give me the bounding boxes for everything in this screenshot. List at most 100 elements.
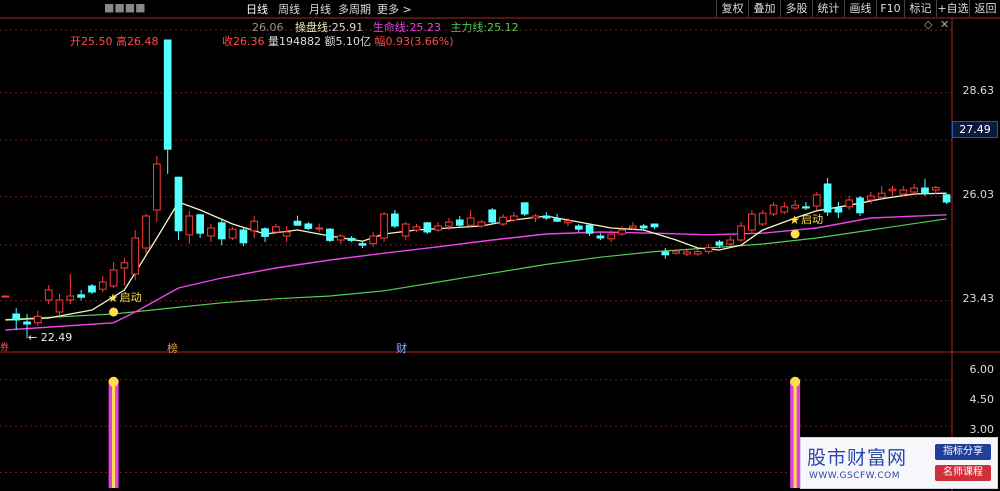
f10-button[interactable]: F10 — [876, 0, 904, 17]
candlestick — [142, 214, 150, 254]
candlestick — [758, 210, 767, 226]
draw-line-button[interactable]: 画线 — [844, 0, 876, 17]
statistics-button[interactable]: 统计 — [812, 0, 844, 17]
candlestick — [812, 192, 821, 210]
candle-body-down — [488, 209, 497, 223]
price-chart[interactable]: ★ 启动★ 启动 — [0, 0, 1000, 491]
candle-body-down — [802, 206, 810, 209]
candlestick — [607, 230, 616, 242]
candlestick — [315, 223, 323, 233]
candle-body-up — [282, 231, 291, 237]
candlestick — [196, 214, 204, 238]
signal-label: 启动 — [801, 213, 823, 226]
candle-body-down — [455, 219, 464, 226]
indicator-share-button[interactable]: 指标分享 — [935, 444, 991, 460]
candlestick — [931, 186, 940, 194]
candlestick — [174, 176, 183, 240]
candle-body-down — [217, 222, 226, 240]
candle-body-up — [109, 269, 118, 287]
candlestick — [737, 222, 745, 242]
amount: 额5.10亿 — [324, 35, 372, 48]
candlestick — [77, 290, 85, 300]
candle-body-up — [564, 220, 572, 224]
candle-body-up — [737, 225, 745, 241]
candlestick — [380, 212, 388, 242]
candle-body-up — [877, 192, 886, 198]
tab-daily[interactable]: 日线 — [246, 1, 268, 17]
indicator-tick-high: 6.00 — [969, 363, 995, 376]
candle-body-down — [326, 228, 334, 241]
candle-body-up — [780, 206, 789, 213]
candlestick — [163, 39, 172, 174]
candlestick — [910, 184, 918, 194]
candlestick — [466, 210, 475, 228]
change-percent: 幅0.93(3.66%) — [374, 35, 454, 48]
price-tick-high: 28.63 — [962, 84, 995, 97]
candlestick — [693, 249, 702, 256]
adjust-button[interactable]: 复权 — [716, 0, 748, 17]
candle-body-down — [542, 215, 551, 219]
candlestick — [120, 258, 129, 286]
volume: 量194882 — [268, 35, 321, 48]
money-bag-icon — [790, 376, 801, 387]
candlestick — [542, 212, 551, 220]
tab-multi-period[interactable]: 多周期 — [338, 1, 371, 17]
add-favorite-button[interactable]: +自选 — [936, 0, 969, 17]
tab-weekly[interactable]: 周线 — [278, 1, 300, 17]
candlesticks — [1, 39, 951, 339]
main-line-value: 25.12 — [487, 21, 519, 34]
candle-body-up — [510, 215, 518, 221]
candle-body-up — [401, 223, 410, 237]
candle-body-down — [596, 235, 605, 239]
candle-body-up — [607, 233, 616, 240]
overlay-button[interactable]: 叠加 — [748, 0, 780, 17]
candle-body-up — [131, 237, 140, 275]
candlestick — [455, 216, 464, 227]
candle-body-up — [693, 251, 702, 255]
back-button[interactable]: 返回 — [969, 0, 1000, 17]
candle-body-down — [261, 228, 269, 237]
candle-body-up — [477, 221, 486, 227]
candle-body-down — [574, 225, 583, 230]
candlestick — [445, 218, 453, 230]
candle-body-down — [304, 223, 313, 229]
candle-body-down — [921, 187, 929, 194]
candle-body-down — [174, 176, 183, 232]
candle-body-up — [672, 250, 680, 254]
candlestick — [639, 224, 648, 230]
candlestick — [293, 215, 302, 226]
current-price-tag: 27.49 — [952, 121, 998, 138]
candlestick — [347, 236, 356, 242]
candle-body-up — [629, 225, 637, 229]
signal-overlays: ★ 启动★ 启动 — [108, 213, 823, 317]
candle-body-down — [77, 294, 85, 298]
tab-monthly[interactable]: 月线 — [309, 1, 331, 17]
multi-stock-button[interactable]: 多股 — [780, 0, 812, 17]
diamond-icon[interactable]: ◇ — [924, 18, 932, 31]
candle-body-down — [347, 237, 356, 241]
candlestick — [55, 294, 64, 316]
signal-star-icon: ★ — [789, 213, 800, 227]
candle-body-up — [791, 204, 799, 209]
candlestick — [921, 178, 929, 196]
candlestick — [715, 240, 724, 248]
teacher-course-button[interactable]: 名师课程 — [935, 465, 991, 481]
trader-line-series — [5, 192, 947, 321]
top-toolbar: ■■■■ 日线 周线 月线 多周期 更多 > 复权 叠加 多股 统计 画线 F1… — [0, 0, 1000, 18]
candle-body-up — [207, 227, 215, 237]
bottom-mark-rank: 榜 — [167, 342, 178, 355]
candle-body-up — [434, 225, 442, 231]
tab-more[interactable]: 更多 > — [377, 1, 412, 17]
candlestick — [109, 262, 118, 288]
mark-button[interactable]: 标记 — [904, 0, 936, 17]
candle-body-down — [391, 213, 399, 227]
open-price: 开25.50 — [70, 35, 113, 48]
candlestick — [358, 241, 367, 248]
candle-body-down — [520, 202, 529, 215]
candle-body-up — [704, 247, 713, 253]
candle-body-up — [412, 226, 421, 231]
close-icon[interactable]: ✕ — [940, 18, 949, 31]
candlestick — [434, 222, 442, 232]
candlestick — [585, 224, 594, 236]
candlestick — [12, 308, 21, 330]
